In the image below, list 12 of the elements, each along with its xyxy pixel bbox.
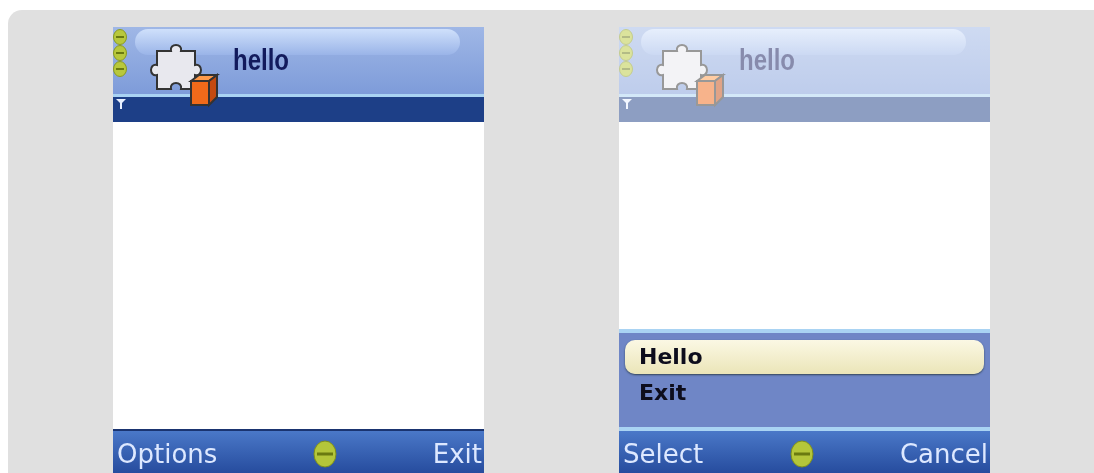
menu-item[interactable]: Exit [625, 376, 984, 410]
app-title: hello [233, 43, 289, 77]
battery-icon [619, 29, 633, 79]
select-key-icon[interactable] [789, 440, 814, 468]
left-softkey[interactable]: Options [117, 439, 218, 469]
app-title: hello [739, 43, 795, 77]
left-softkey[interactable]: Select [623, 439, 704, 469]
right-softkey[interactable]: Cancel [899, 439, 988, 469]
select-key-icon[interactable] [313, 440, 338, 468]
menu-item[interactable]: Hello [625, 340, 984, 374]
right-softkey[interactable]: Exit [432, 439, 482, 469]
battery-icon [113, 29, 127, 79]
